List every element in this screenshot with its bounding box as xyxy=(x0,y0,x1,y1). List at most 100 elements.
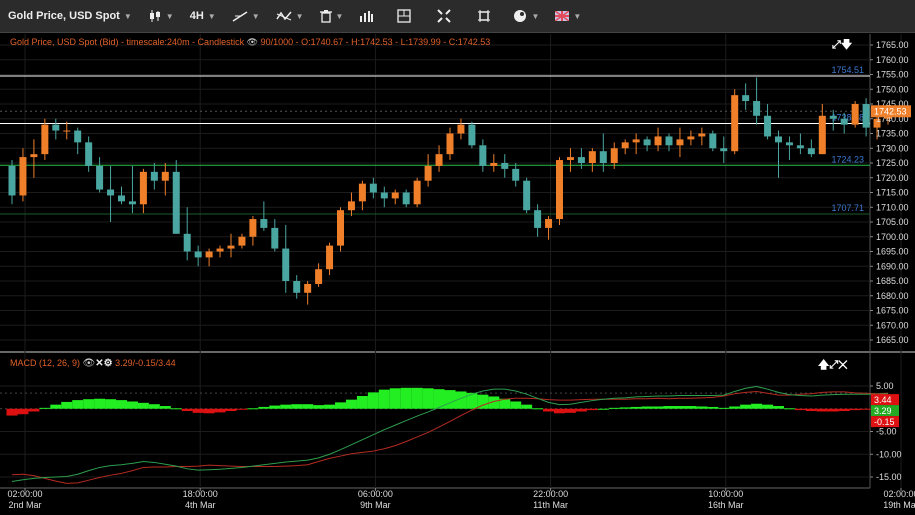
eye-icon[interactable]: 👁 xyxy=(247,37,258,47)
crosshair-button[interactable] xyxy=(469,0,499,32)
macd-pane-controls[interactable]: 🡅⤢✕ xyxy=(818,356,848,375)
candle-body xyxy=(610,148,618,163)
delete-tools[interactable]: ▼ xyxy=(312,0,352,32)
layout-button[interactable] xyxy=(389,0,419,32)
price-tick-label: 1695.00 xyxy=(876,247,909,257)
maximize-pane-icon[interactable]: ⤢ xyxy=(829,359,838,371)
histogram-bar xyxy=(619,407,631,409)
histogram-bar xyxy=(356,396,368,409)
histogram-bar xyxy=(718,407,730,409)
close-pane-icon[interactable]: ✕ xyxy=(838,359,848,371)
price-tick-label: 1710.00 xyxy=(876,202,909,212)
drawline-icon xyxy=(232,11,248,22)
main-pane-title: Gold Price, USD Spot (Bid) - timescale:2… xyxy=(10,37,490,48)
histogram-bar xyxy=(389,388,401,409)
candle-body xyxy=(446,133,454,155)
macd-tick-label: -5.00 xyxy=(876,427,897,437)
timeframe-selector[interactable]: 4H ▼ xyxy=(182,0,224,32)
macd-tick-label: -15.00 xyxy=(876,472,902,482)
macd-tick-label: -10.00 xyxy=(876,449,902,459)
histogram-bar xyxy=(269,405,281,409)
chart-canvas[interactable]: 1754.511738.381724.231707.71 1765.001760… xyxy=(0,33,915,515)
symbol-selector[interactable]: Gold Price, USD Spot ▼ xyxy=(0,0,140,32)
macd-name: MACD (12, 26, 9) xyxy=(10,358,81,368)
histogram-bar xyxy=(608,407,620,409)
candle-body xyxy=(512,168,520,181)
candle-body xyxy=(326,245,334,270)
histogram-bar xyxy=(444,390,456,409)
chevron-down-icon: ▼ xyxy=(165,11,174,21)
histogram-bar xyxy=(794,408,806,411)
histogram-bar xyxy=(181,408,193,412)
maximize-pane-icon[interactable]: ⤢ xyxy=(832,39,841,51)
candle-body xyxy=(435,154,443,166)
candle-body xyxy=(63,130,71,132)
bars-icon xyxy=(360,11,374,22)
candle-body xyxy=(665,136,673,146)
histogram-bar xyxy=(663,406,675,409)
candle-body xyxy=(118,195,125,202)
indicator-tools[interactable]: ▼ xyxy=(268,0,312,32)
candle-body xyxy=(85,142,93,166)
histogram-bar xyxy=(335,402,346,409)
price-tick-label: 1750.00 xyxy=(876,84,909,94)
histogram-bar xyxy=(105,399,117,409)
price-level-label: 1707.71 xyxy=(831,203,864,213)
candle-body xyxy=(687,136,695,140)
time-tick-label: 02:00:00 xyxy=(883,489,915,499)
histogram-bar xyxy=(652,406,664,409)
candle-body xyxy=(183,233,191,252)
language-selector[interactable]: ▼ xyxy=(547,0,589,32)
move-down-icon[interactable]: 🡇 xyxy=(841,39,852,51)
candle-body xyxy=(194,251,202,258)
chevron-down-icon: ▼ xyxy=(207,11,216,21)
candle-body xyxy=(424,165,432,181)
histogram-bar xyxy=(762,404,774,409)
chart-type-selector[interactable]: ▼ xyxy=(140,0,182,32)
candle-body xyxy=(369,183,377,193)
histogram-bar xyxy=(116,400,127,409)
candle-body xyxy=(413,180,421,205)
price-level-label: 1754.51 xyxy=(831,65,864,75)
close-icon[interactable]: ✕ xyxy=(95,358,103,369)
candle-body xyxy=(851,104,859,125)
volume-button[interactable] xyxy=(351,0,381,32)
price-tick-label: 1725.00 xyxy=(876,158,909,168)
main-pane-controls[interactable]: ⤢🡇 xyxy=(832,36,852,55)
macd-value-label: 3.44 xyxy=(874,395,892,405)
move-up-icon[interactable]: 🡅 xyxy=(818,359,829,371)
price-axis: 1765.001760.001755.001750.001745.001740.… xyxy=(870,40,911,345)
time-tick-label: 22:00:00 xyxy=(533,489,568,499)
histogram-bar xyxy=(170,408,182,410)
histogram-bar xyxy=(6,408,18,416)
time-tick-label: 18:00:00 xyxy=(183,489,218,499)
gear-icon[interactable]: ⚙ xyxy=(104,358,113,369)
fullscreen-button[interactable] xyxy=(429,0,459,32)
candle-body xyxy=(271,227,279,249)
drawing-tools[interactable]: ▼ xyxy=(224,0,268,32)
chevron-down-icon: ▼ xyxy=(123,11,132,21)
candle-body xyxy=(19,157,27,196)
candle-body xyxy=(107,189,115,196)
candle-body xyxy=(402,192,410,205)
eye-icon[interactable]: 👁 xyxy=(83,358,96,369)
price-tick-label: 1720.00 xyxy=(876,173,909,183)
candle-body xyxy=(588,151,596,163)
theme-selector[interactable]: ▼ xyxy=(505,0,547,32)
histogram-bar xyxy=(214,408,226,413)
histogram-bar xyxy=(83,399,95,409)
histogram-bar xyxy=(61,401,73,409)
date-tick-label: 9th Mar xyxy=(360,500,391,510)
grid xyxy=(0,34,915,489)
price-tick-label: 1665.00 xyxy=(876,335,909,345)
candle-body xyxy=(764,115,772,137)
histogram-bar xyxy=(236,408,248,410)
candle-body xyxy=(161,171,169,181)
candle-body xyxy=(41,124,49,155)
candle-body xyxy=(709,133,717,149)
histogram-bar xyxy=(137,402,149,409)
candle-body xyxy=(829,115,837,119)
time-tick-label: 06:00:00 xyxy=(358,489,393,499)
histogram-bar xyxy=(28,408,40,412)
candle-body xyxy=(139,171,147,205)
